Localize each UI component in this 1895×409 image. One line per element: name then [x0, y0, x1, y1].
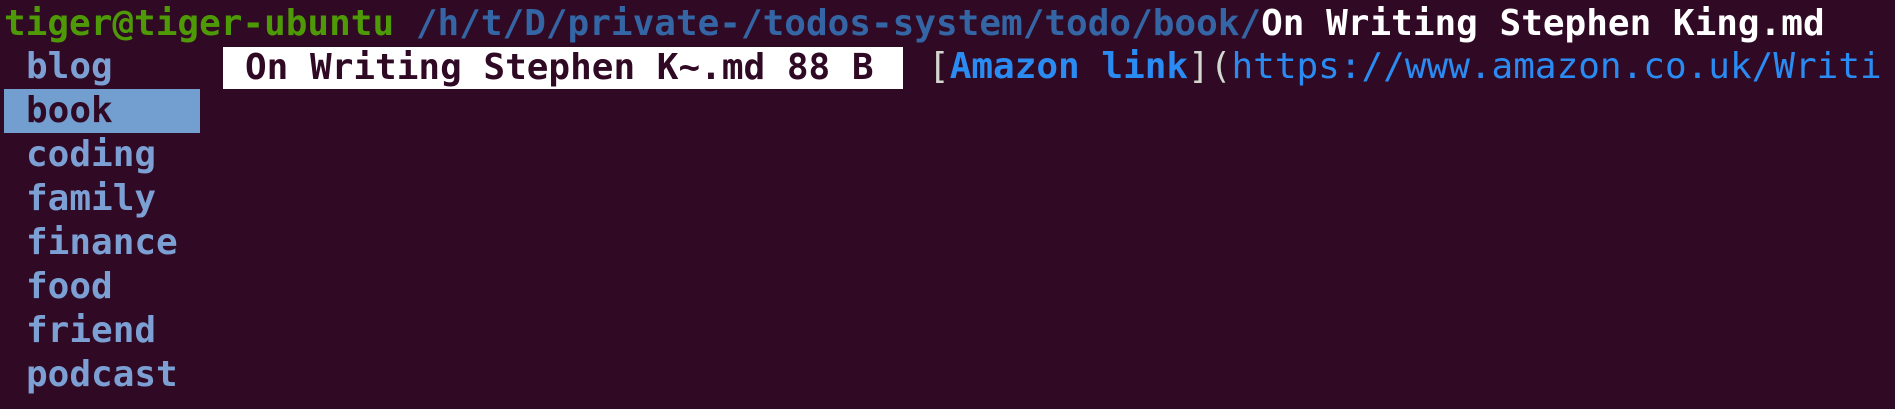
preview-open-bracket: [: [928, 46, 950, 87]
sidebar-item-blog[interactable]: blog: [4, 45, 200, 89]
file-list-entry[interactable]: On Writing Stephen K~.md 88 B: [223, 47, 903, 89]
sidebar-item-podcast[interactable]: podcast: [4, 353, 200, 397]
sidebar-item-finance[interactable]: finance: [4, 221, 200, 265]
preview-close-bracket: ](: [1188, 46, 1232, 87]
preview-url: https://www.amazon.co.uk/Writi: [1231, 46, 1882, 87]
preview-link-text: Amazon link: [949, 46, 1189, 87]
user-host: tiger@tiger-ubuntu: [4, 3, 395, 44]
file-preview: [Amazon link](https://www.amazon.co.uk/W…: [928, 45, 1882, 89]
sidebar-item-family[interactable]: family: [4, 177, 200, 221]
sidebar-item-book[interactable]: book: [4, 89, 200, 133]
current-path: /h/t/D/private-/todos-system/todo/book/: [415, 3, 1262, 44]
title-bar: tiger@tiger-ubuntu /h/t/D/private-/todos…: [4, 2, 1825, 46]
sidebar-item-coding[interactable]: coding: [4, 133, 200, 177]
directory-sidebar: blog book coding family finance food fri…: [4, 45, 200, 397]
sidebar-item-food[interactable]: food: [4, 265, 200, 309]
sidebar-item-friend[interactable]: friend: [4, 309, 200, 353]
current-filename: On Writing Stephen King.md: [1261, 3, 1825, 44]
